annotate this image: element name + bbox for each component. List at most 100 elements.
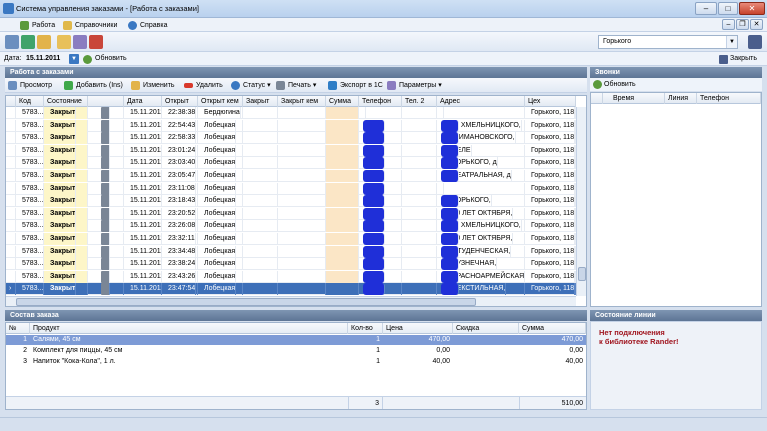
export-1c-button[interactable]: Экспорт в 1С — [327, 79, 383, 92]
delete-button[interactable]: Удалить — [183, 79, 223, 92]
order-row[interactable]: › 5783... Закрыт 15.11.2011 23:47:54 Лобецкая… — [6, 283, 576, 296]
printer-icon[interactable] — [101, 157, 110, 170]
order-row[interactable]: 5783... Закрыт 15.11.2011 23:01:24 Лобецкая 3… — [6, 144, 576, 157]
edit-button[interactable]: Изменить — [130, 79, 175, 92]
col-num[interactable]: № — [6, 323, 30, 334]
status-button[interactable]: Статус ▾ — [230, 79, 271, 92]
maximize-button[interactable]: □ — [718, 2, 738, 15]
order-row[interactable]: 5783... Закрыт 15.11.2011 22:58:33 Лобецкая 6… — [6, 132, 576, 145]
col-line[interactable]: Линия — [665, 93, 697, 104]
orders-grid[interactable]: Код Состояние Дата Открыт Открыт кем Зак… — [5, 95, 587, 307]
cell-state-text: Закрыт — [47, 119, 77, 132]
order-row[interactable]: 5783... Закрыт 15.11.2011 23:11:08 Лобецкая 8… — [6, 182, 576, 195]
col-time[interactable]: Время — [603, 93, 665, 104]
exit-app-icon[interactable] — [748, 35, 762, 49]
printer-icon[interactable] — [101, 107, 110, 119]
orders-hscroll-thumb[interactable] — [16, 298, 476, 306]
orders-vscroll-thumb[interactable] — [578, 267, 586, 281]
view-button[interactable]: Просмотр — [7, 79, 52, 92]
col-sum[interactable]: Сумма — [326, 96, 359, 107]
order-row[interactable]: 5783... Закрыт 15.11.2011 23:18:43 Лобецкая 4… — [6, 195, 576, 208]
print-button[interactable]: Печать ▾ — [275, 79, 316, 92]
col-date[interactable]: Дата — [124, 96, 162, 107]
refresh-button[interactable]: Обновить — [82, 53, 127, 65]
col-closed[interactable]: Закрыт — [243, 96, 278, 107]
mdi-close-button[interactable]: ✕ — [750, 19, 763, 30]
col-state[interactable]: Состояние — [44, 96, 88, 107]
printer-icon[interactable] — [101, 245, 110, 258]
col-closed-by[interactable]: Закрыт кем — [278, 96, 326, 107]
col-phone[interactable]: Телефон — [359, 96, 402, 107]
settings-icon[interactable] — [73, 35, 87, 49]
col-product[interactable]: Продукт — [30, 323, 348, 334]
close-tab-button[interactable]: Закрыть — [718, 53, 757, 65]
order-row[interactable]: 5783... Закрыт 15.11.2011 23:32:11 Лобецкая 5… — [6, 233, 576, 245]
col-shop[interactable]: Цех — [525, 96, 576, 107]
row-indicator — [6, 132, 16, 145]
printer-icon[interactable] — [101, 119, 110, 132]
printer-icon[interactable] — [101, 233, 110, 245]
order-row[interactable]: 5783... Закрыт 15.11.2011 23:34:48 Лобецкая 5… — [6, 245, 576, 258]
col-qty[interactable]: Кол-во — [348, 323, 383, 334]
calendar-dropdown-icon[interactable]: ▼ — [69, 54, 79, 64]
composition-grid[interactable]: № Продукт Кол-во Цена Скидка Сумма 1 Саля… — [5, 322, 587, 410]
order-row[interactable]: 5783... Закрыт 15.11.2011 23:20:52 Лобецкая 3… — [6, 207, 576, 220]
cell-phone2 — [402, 119, 437, 132]
add-button[interactable]: Добавить (Ins) — [63, 79, 123, 92]
order-row[interactable]: 5783... Закрыт 15.11.2011 22:38:38 Бердюгина… — [6, 107, 576, 119]
order-row[interactable]: 5783... Закрыт 15.11.2011 23:43:26 Лобецкая 3… — [6, 270, 576, 283]
folder-open-icon[interactable] — [57, 35, 71, 49]
composition-row[interactable]: 2 Комплект для пиццы, 45 см 1 0,00 0,00 — [6, 346, 586, 356]
printer-icon[interactable] — [101, 195, 110, 208]
composition-row[interactable]: 1 Салями, 45 см 1 470,00 470,00 — [6, 335, 586, 345]
col-discount[interactable]: Скидка — [453, 323, 519, 334]
order-row[interactable]: 5783... Закрыт 15.11.2011 23:26:08 Лобецкая 3… — [6, 220, 576, 233]
cell-date: 15.11.2011 — [124, 233, 162, 245]
printer-icon[interactable] — [101, 207, 110, 220]
col-opened-by[interactable]: Открыт кем — [198, 96, 243, 107]
printer-icon[interactable] — [101, 220, 110, 233]
order-row[interactable]: 5783... Закрыт 15.11.2011 23:03:40 Лобецкая 3… — [6, 157, 576, 170]
close-window-button[interactable]: ✕ — [739, 2, 765, 15]
date-value[interactable]: 15.11.2011 — [26, 53, 60, 65]
menu-item-work[interactable]: Работа — [20, 20, 55, 31]
printer-icon[interactable] — [101, 270, 110, 283]
printer-icon[interactable] — [101, 258, 110, 271]
orders-horizontal-scrollbar[interactable] — [6, 296, 576, 306]
menu-item-directories[interactable]: Справочники — [63, 20, 117, 31]
order-row[interactable]: 5783... Закрыт 15.11.2011 23:38:24 Лобецкая 3… — [6, 258, 576, 271]
pencil-icon[interactable] — [37, 35, 51, 49]
printer-icon[interactable] — [101, 182, 110, 195]
cell-state-text: Закрыт — [47, 207, 77, 220]
orders-vertical-scrollbar[interactable] — [576, 107, 586, 296]
col-call-phone[interactable]: Телефон — [697, 93, 761, 104]
redaction-mark — [363, 245, 385, 258]
directory-icon[interactable] — [21, 35, 35, 49]
col-print[interactable] — [88, 96, 124, 107]
cell-opened-text: 23:11:08 — [165, 182, 196, 195]
composition-row[interactable]: 3 Напиток "Кока-Кола", 1 л. 1 40,00 40,00 — [6, 357, 586, 367]
printer-icon[interactable] — [101, 144, 110, 157]
mdi-restore-button[interactable]: ❐ — [736, 19, 749, 30]
menu-item-help[interactable]: Справка — [128, 20, 167, 31]
cell-opened-by: Лобецкая — [198, 157, 243, 170]
printer-icon[interactable] — [101, 170, 110, 182]
city-select[interactable]: Горького ▼ — [598, 35, 738, 49]
col-address[interactable]: Адрес — [437, 96, 525, 107]
mdi-minimize-button[interactable]: – — [722, 19, 735, 30]
report-icon[interactable] — [89, 35, 103, 49]
minimize-button[interactable]: – — [695, 2, 717, 15]
params-button[interactable]: Параметры ▾ — [386, 79, 442, 92]
orders-icon[interactable] — [5, 35, 19, 49]
col-price[interactable]: Цена — [383, 323, 453, 334]
order-row[interactable]: 5783... Закрыт 15.11.2011 22:54:43 Лобецкая 5… — [6, 119, 576, 132]
calls-refresh-button[interactable]: Обновить — [592, 78, 636, 91]
col-phone2[interactable]: Тел. 2 — [402, 96, 437, 107]
col-code[interactable]: Код — [16, 96, 44, 107]
calls-grid[interactable]: Время Линия Телефон — [590, 92, 762, 307]
order-row[interactable]: 5783... Закрыт 15.11.2011 23:05:47 Лобецкая 3… — [6, 170, 576, 182]
printer-icon[interactable] — [101, 132, 110, 145]
col-opened[interactable]: Открыт — [162, 96, 198, 107]
printer-icon[interactable] — [101, 283, 110, 296]
col-item-sum[interactable]: Сумма — [519, 323, 586, 334]
